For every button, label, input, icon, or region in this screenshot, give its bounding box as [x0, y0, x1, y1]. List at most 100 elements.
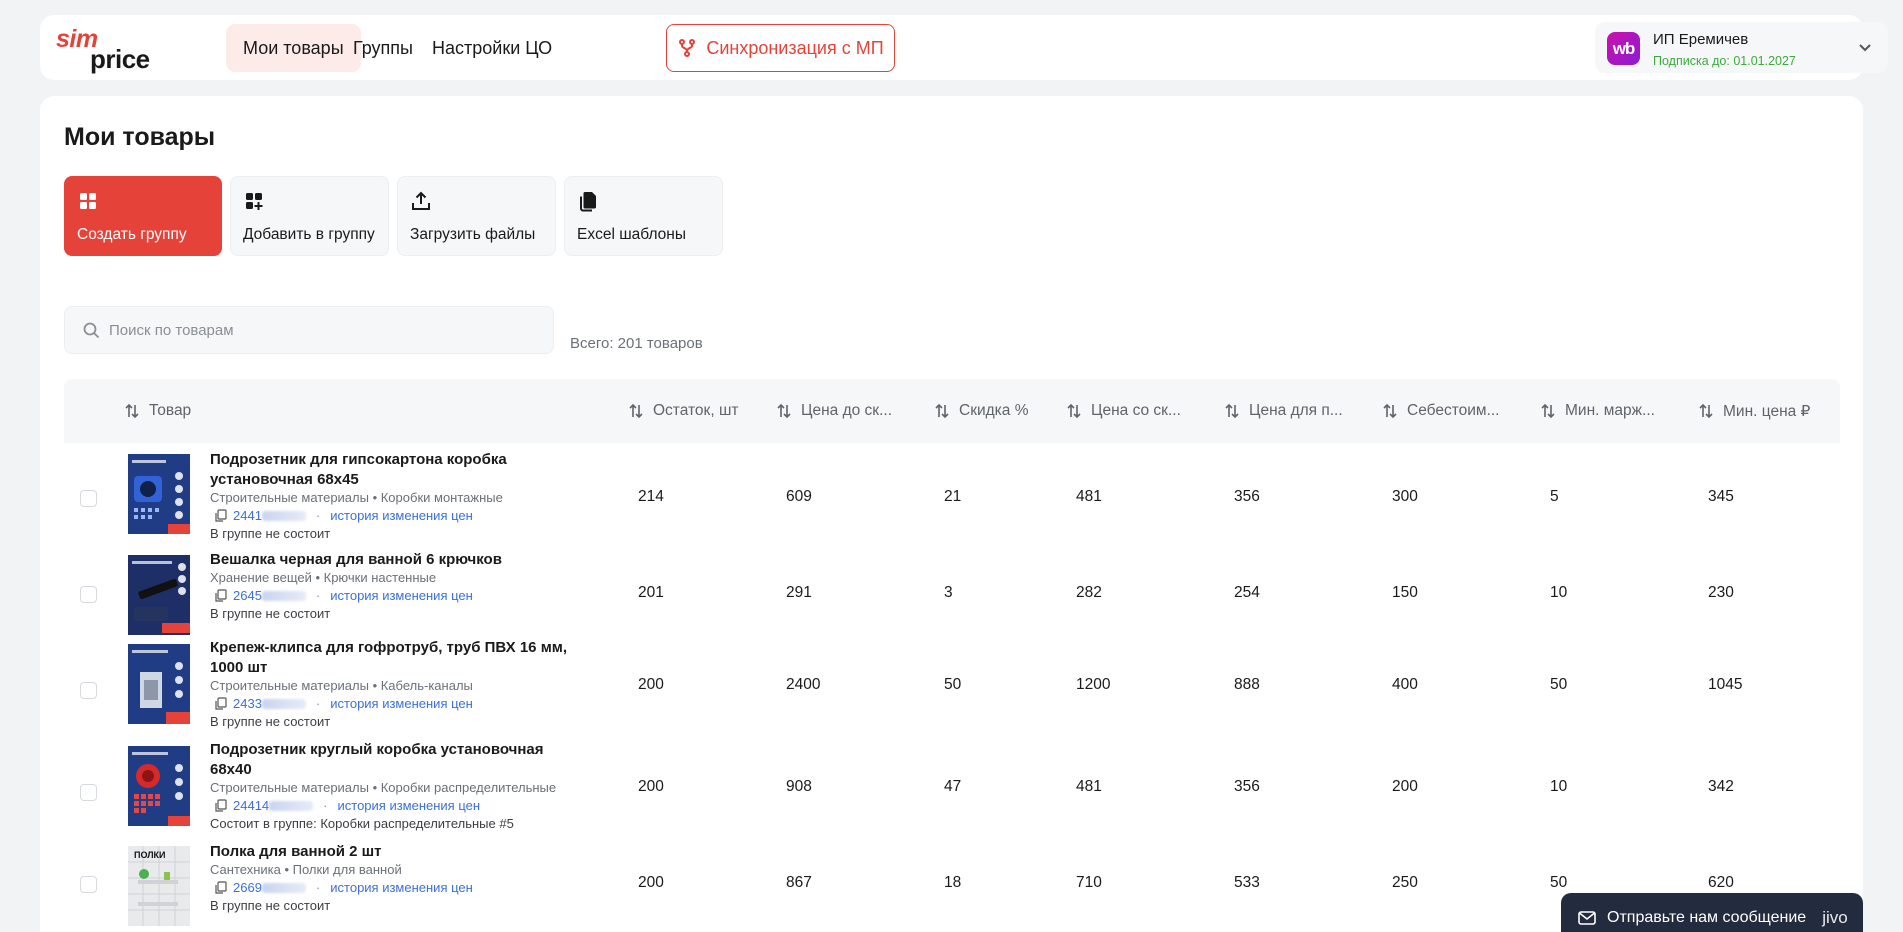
chat-widget-button[interactable]: Отправьте нам сообщение jivo [1561, 893, 1863, 932]
col-header-stock[interactable]: Остаток, шт [628, 379, 739, 443]
total-count: Всего: 201 товаров [570, 335, 703, 352]
col-header-price-before[interactable]: Цена до ск... [776, 379, 892, 443]
row-checkbox[interactable] [80, 682, 97, 699]
upload-icon [412, 191, 430, 210]
cell-min-price: 342 [1708, 778, 1734, 795]
excel-templates-button[interactable]: Excel шаблоны [564, 176, 723, 256]
wb-logo: wb [1607, 32, 1640, 65]
price-history-link[interactable]: история изменения цен [338, 798, 481, 813]
account-switcher[interactable]: wb ИП Еремичев Подписка до: 01.01.2027 [1595, 22, 1888, 73]
product-id-row: 2433 · история изменения цен [214, 696, 473, 711]
price-history-link[interactable]: история изменения цен [330, 696, 473, 711]
col-header-product[interactable]: Товар [124, 379, 191, 443]
sort-icon [1225, 403, 1239, 419]
price-history-link[interactable]: история изменения цен [330, 880, 473, 895]
row-checkbox[interactable] [80, 876, 97, 893]
product-image [128, 746, 190, 826]
add-to-group-label: Добавить в группу [243, 226, 375, 243]
price-history-link[interactable]: история изменения цен [330, 588, 473, 603]
search-box[interactable] [64, 306, 554, 354]
branch-icon [679, 39, 696, 57]
cell-price-for: 888 [1234, 676, 1260, 693]
cell-price-before: 867 [786, 874, 812, 891]
product-name[interactable]: Подрозетник круглый коробка установочная… [210, 740, 570, 780]
col-header-min-margin[interactable]: Мин. марж... [1540, 379, 1655, 443]
col-header-label: Цена до ск... [801, 402, 892, 419]
table-row[interactable]: Подрозетник для гипсокартона коробка уст… [64, 446, 1840, 546]
files-icon [580, 192, 596, 212]
cell-price-after: 481 [1076, 778, 1102, 795]
product-name[interactable]: Полка для ванной 2 шт [210, 842, 570, 862]
cell-price-before: 908 [786, 778, 812, 795]
cell-min-price: 230 [1708, 584, 1734, 601]
product-id-row: 2669 · история изменения цен [214, 880, 473, 895]
copy-icon[interactable] [214, 589, 227, 602]
cell-min-price: 620 [1708, 874, 1734, 891]
copy-icon[interactable] [214, 881, 227, 894]
col-header-label: Себестоим... [1407, 402, 1500, 419]
cell-price-after: 1200 [1076, 676, 1111, 693]
sync-button[interactable]: Синхронизация с МП [666, 24, 895, 72]
product-group-status: Состоит в группе: Коробки распределитель… [210, 816, 514, 831]
table-header: Товар Остаток, шт Цена до ск... Скидка %… [64, 379, 1840, 443]
row-checkbox[interactable] [80, 784, 97, 801]
cell-min-margin: 50 [1550, 676, 1568, 693]
product-name[interactable]: Подрозетник для гипсокартона коробка уст… [210, 450, 570, 490]
copy-icon[interactable] [214, 509, 227, 522]
masked-id [261, 882, 306, 893]
product-id-row: 2645 · история изменения цен [214, 588, 473, 603]
product-id[interactable]: 2441 [233, 508, 262, 523]
product-id[interactable]: 24414 [233, 798, 269, 813]
copy-icon[interactable] [214, 799, 227, 812]
add-to-group-button[interactable]: Добавить в группу [230, 176, 389, 256]
cell-stock: 200 [638, 874, 664, 891]
cell-price-for: 254 [1234, 584, 1260, 601]
cell-price-before: 291 [786, 584, 812, 601]
grid-plus-icon [246, 193, 263, 210]
product-image [128, 454, 190, 534]
price-history-link[interactable]: история изменения цен [330, 508, 473, 523]
col-header-label: Товар [149, 402, 192, 419]
col-header-price-for[interactable]: Цена для п... [1224, 379, 1343, 443]
col-header-price-after[interactable]: Цена со ск... [1066, 379, 1181, 443]
sort-icon [629, 403, 643, 419]
table-row[interactable]: Подрозетник круглый коробка установочная… [64, 740, 1840, 840]
sort-icon [1067, 403, 1081, 419]
product-id[interactable]: 2669 [233, 880, 262, 895]
cell-price-for: 356 [1234, 488, 1260, 505]
col-header-discount[interactable]: Скидка % [934, 379, 1029, 443]
subscription-status: Подписка до: 01.01.2027 [1653, 54, 1796, 68]
sort-icon [777, 403, 791, 419]
col-header-cost[interactable]: Себестоим... [1382, 379, 1500, 443]
logo[interactable]: sim price [56, 25, 166, 74]
nav-settings[interactable]: Настройки ЦО [415, 24, 569, 72]
table-row[interactable]: Вешалка черная для ванной 6 крючков Хран… [64, 550, 1840, 642]
sort-icon [1383, 403, 1397, 419]
masked-id [261, 510, 306, 521]
cell-min-margin: 10 [1550, 778, 1568, 795]
cell-discount: 21 [944, 488, 962, 505]
row-checkbox[interactable] [80, 490, 97, 507]
create-group-button[interactable]: Создать группу [64, 176, 222, 256]
product-id[interactable]: 2433 [233, 696, 262, 711]
product-id[interactable]: 2645 [233, 588, 262, 603]
product-group-status: В группе не состоит [210, 606, 331, 621]
table-row[interactable]: Крепеж-клипса для гофротруб, труб ПВХ 16… [64, 638, 1840, 738]
sort-icon [935, 403, 949, 419]
upload-files-label: Загрузить файлы [410, 226, 536, 243]
logo-bottom-text: price [90, 44, 150, 74]
row-checkbox[interactable] [80, 586, 97, 603]
search-input[interactable] [109, 307, 539, 353]
col-header-min-price[interactable]: Мин. цена ₽ [1698, 379, 1810, 443]
copy-icon[interactable] [214, 697, 227, 710]
cell-price-for: 533 [1234, 874, 1260, 891]
mail-icon [1578, 911, 1596, 925]
product-name[interactable]: Вешалка черная для ванной 6 крючков [210, 550, 570, 570]
masked-id [261, 590, 306, 601]
cell-discount: 18 [944, 874, 962, 891]
product-id-row: 24414 · история изменения цен [214, 798, 480, 813]
chat-label: Отправьте нам сообщение [1607, 909, 1807, 926]
upload-files-button[interactable]: Загрузить файлы [397, 176, 556, 256]
cell-min-margin: 5 [1550, 488, 1559, 505]
product-name[interactable]: Крепеж-клипса для гофротруб, труб ПВХ 16… [210, 638, 570, 678]
